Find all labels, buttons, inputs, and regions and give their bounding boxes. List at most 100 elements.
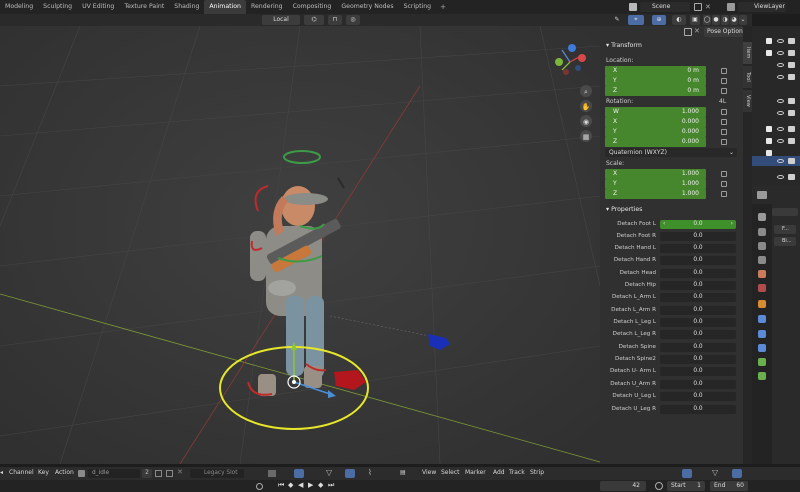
nla-overlay-icon[interactable]: [732, 469, 742, 478]
outliner-row-selected[interactable]: [752, 156, 800, 166]
properties-search-field[interactable]: [772, 208, 798, 216]
tab-animation[interactable]: Animation: [204, 0, 246, 14]
detach-spine-field[interactable]: 0.0: [660, 343, 736, 352]
nla-editor-type-menu[interactable]: ▤: [400, 469, 406, 476]
lock-icon[interactable]: [721, 88, 727, 94]
shading-solid-button[interactable]: ●: [712, 15, 720, 25]
outliner-row[interactable]: [752, 172, 800, 182]
play-reverse-button[interactable]: ◀: [298, 481, 303, 489]
lock-icon[interactable]: [721, 171, 727, 177]
tab-rendering[interactable]: Rendering: [246, 0, 288, 14]
detach-u-leg-r-field[interactable]: 0.0: [660, 405, 736, 414]
bone-tab-icon[interactable]: [758, 372, 766, 380]
rotation-4l-badge[interactable]: 4L: [719, 98, 726, 105]
detach-hand-l-field[interactable]: 0.0: [660, 244, 736, 253]
tab-modeling[interactable]: Modeling: [0, 0, 38, 14]
world-tab-icon[interactable]: [758, 284, 766, 292]
properties-tab-chip[interactable]: F...: [774, 225, 796, 234]
select-tool-icon[interactable]: [294, 469, 304, 478]
snap-icon[interactable]: [345, 469, 355, 478]
camera-icon[interactable]: [788, 158, 795, 164]
detach-head-field[interactable]: 0.0: [660, 269, 736, 278]
eye-icon[interactable]: [777, 175, 784, 179]
scene-delete-icon[interactable]: ✕: [705, 3, 711, 11]
3d-viewport[interactable]: ⌕ ✋ ◉ ▦: [0, 26, 600, 464]
unlink-action-icon[interactable]: ✕: [177, 468, 183, 476]
prev-key-button[interactable]: ◆: [288, 481, 293, 489]
eye-icon[interactable]: [777, 63, 784, 67]
lock-icon[interactable]: [721, 78, 727, 84]
outliner-row[interactable]: [752, 108, 800, 118]
pose-options-close-icon[interactable]: ✕: [694, 27, 700, 35]
tab-item[interactable]: Item: [743, 42, 752, 64]
clock-icon[interactable]: [655, 482, 663, 490]
viewlayer-selector[interactable]: ViewLayer: [738, 2, 786, 12]
eye-icon[interactable]: [777, 127, 784, 131]
record-button[interactable]: [256, 483, 263, 490]
detach-l-leg-r-field[interactable]: 0.0: [660, 330, 736, 339]
timeline-tool-icon[interactable]: [268, 470, 276, 477]
tab-view[interactable]: View: [743, 90, 752, 112]
detach-u-arm-l-field[interactable]: 0.0: [660, 367, 736, 376]
data-tab-icon[interactable]: [758, 358, 766, 366]
rotation-w-field[interactable]: W 1.000: [605, 107, 706, 117]
detach-l-arm-r-field[interactable]: 0.0: [660, 306, 736, 315]
menu-strip[interactable]: Strip: [530, 469, 544, 476]
menu-view[interactable]: View: [422, 469, 436, 476]
action-slot-icon[interactable]: [78, 470, 85, 477]
pose-options-icon[interactable]: [684, 28, 692, 36]
rotation-mode-dropdown[interactable]: Quaternion (WXYZ) ⌄: [605, 148, 737, 157]
pose-pin-icon[interactable]: ✎: [612, 15, 622, 25]
transform-header[interactable]: ▾ Transform: [606, 42, 642, 49]
checkbox-icon[interactable]: [766, 126, 772, 132]
menu-marker[interactable]: Marker: [465, 469, 486, 476]
scale-z-field[interactable]: Z 1.000: [605, 189, 706, 199]
eye-icon[interactable]: [777, 111, 784, 115]
eye-icon[interactable]: [777, 159, 784, 163]
lock-icon[interactable]: [721, 191, 727, 197]
camera-icon[interactable]: [788, 126, 795, 132]
properties-tab-chip[interactable]: Bi...: [774, 237, 796, 246]
jump-end-button[interactable]: ⏭: [328, 481, 334, 490]
menu-select[interactable]: Select: [441, 469, 460, 476]
checkbox-icon[interactable]: [766, 138, 772, 144]
detach-u-arm-r-field[interactable]: 0.0: [660, 380, 736, 389]
location-z-field[interactable]: Z 0 m: [605, 86, 706, 96]
lock-icon[interactable]: [721, 129, 727, 135]
fake-user-icon[interactable]: [155, 470, 162, 477]
camera-icon[interactable]: [788, 174, 795, 180]
current-frame-field[interactable]: 42: [600, 481, 646, 491]
tab-uv-editing[interactable]: UV Editing: [77, 0, 119, 14]
scene-tab-icon[interactable]: [758, 270, 766, 278]
lock-icon[interactable]: [721, 181, 727, 187]
tab-scripting[interactable]: Scripting: [399, 0, 437, 14]
gizmo-toggle[interactable]: ⊕: [652, 15, 666, 25]
detach-foot-r-field[interactable]: 0.0: [660, 232, 736, 241]
menu-add[interactable]: Add: [493, 469, 505, 476]
camera-icon[interactable]: [788, 50, 795, 56]
outliner-row[interactable]: [752, 48, 800, 58]
jump-start-button[interactable]: ⏮: [278, 481, 284, 490]
shading-rendered-button[interactable]: ◕: [730, 15, 738, 25]
shading-options-button[interactable]: ⌄: [739, 15, 747, 25]
pan-icon[interactable]: ✋: [582, 102, 591, 111]
rotation-x-field[interactable]: X 0.000: [605, 117, 706, 127]
camera-icon[interactable]: [788, 74, 795, 80]
shading-material-button[interactable]: ◑: [721, 15, 729, 25]
detach-l-leg-l-field[interactable]: 0.0: [660, 318, 736, 327]
legacy-slot-field[interactable]: Legacy Slot: [190, 469, 244, 478]
scale-x-field[interactable]: X 1.000: [605, 169, 706, 179]
eye-icon[interactable]: [777, 75, 784, 79]
action-name-field[interactable]: d_idle: [88, 469, 140, 478]
lock-icon[interactable]: [721, 139, 727, 145]
outliner-row[interactable]: [752, 72, 800, 82]
properties-header[interactable]: ▾ Properties: [606, 206, 642, 213]
physics-tab-icon[interactable]: [758, 330, 766, 338]
grid-view-icon[interactable]: ▦: [583, 133, 590, 141]
camera-icon[interactable]: [788, 62, 795, 68]
pivot-dropdown[interactable]: ⌬: [304, 15, 324, 25]
filter-icon[interactable]: ▽: [326, 468, 332, 477]
tab-sculpting[interactable]: Sculpting: [38, 0, 77, 14]
menu-key[interactable]: Key: [38, 469, 49, 476]
outliner-row[interactable]: [752, 36, 800, 46]
